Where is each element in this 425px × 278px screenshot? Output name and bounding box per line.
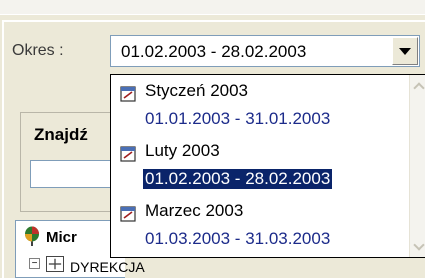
list-item[interactable]: Marzec 2003 01.03.2003 - 31.03.2003 <box>111 197 401 257</box>
period-dropdown-list: Styczeń 2003 01.01.2003 - 31.01.2003 Lut… <box>110 74 425 258</box>
search-input[interactable] <box>30 160 120 188</box>
period-range: 01.01.2003 - 31.01.2003 <box>145 109 331 128</box>
okres-label: Okres : <box>12 42 64 59</box>
panel-border <box>2 20 425 22</box>
tree-root-label[interactable]: Micr <box>46 229 77 246</box>
list-item-selected[interactable]: Luty 2003 01.02.2003 - 28.02.2003 <box>111 137 401 197</box>
chevron-down-icon <box>412 238 425 251</box>
tree-expander[interactable]: − <box>29 258 40 269</box>
period-name: Styczeń 2003 <box>145 81 249 100</box>
calendar-icon <box>120 146 136 162</box>
period-range: 01.03.2003 - 31.03.2003 <box>145 229 331 248</box>
period-name: Marzec 2003 <box>145 201 244 220</box>
calendar-icon <box>120 86 136 102</box>
tree-node-label[interactable]: DYREKCJA <box>70 259 145 275</box>
org-unit-icon <box>46 256 64 272</box>
panel-border <box>2 20 4 278</box>
chevron-up-icon <box>412 81 425 94</box>
search-label: Znajdź <box>34 125 88 144</box>
list-item[interactable]: Styczeń 2003 01.01.2003 - 31.01.2003 <box>111 77 401 137</box>
dropdown-button[interactable] <box>392 37 418 65</box>
okres-value: 01.02.2003 - 28.02.2003 <box>121 42 307 61</box>
balloon-icon <box>25 226 39 246</box>
period-name: Luty 2003 <box>145 141 220 160</box>
calendar-icon <box>120 206 136 222</box>
divider <box>0 14 425 15</box>
chevron-down-icon <box>399 47 411 55</box>
scrollbar[interactable] <box>409 75 425 257</box>
scroll-down-button[interactable] <box>410 238 425 255</box>
period-range: 01.02.2003 - 28.02.2003 <box>143 169 333 189</box>
okres-combobox[interactable]: 01.02.2003 - 28.02.2003 <box>110 35 420 67</box>
scroll-up-button[interactable] <box>410 77 425 94</box>
top-strip <box>0 0 425 14</box>
